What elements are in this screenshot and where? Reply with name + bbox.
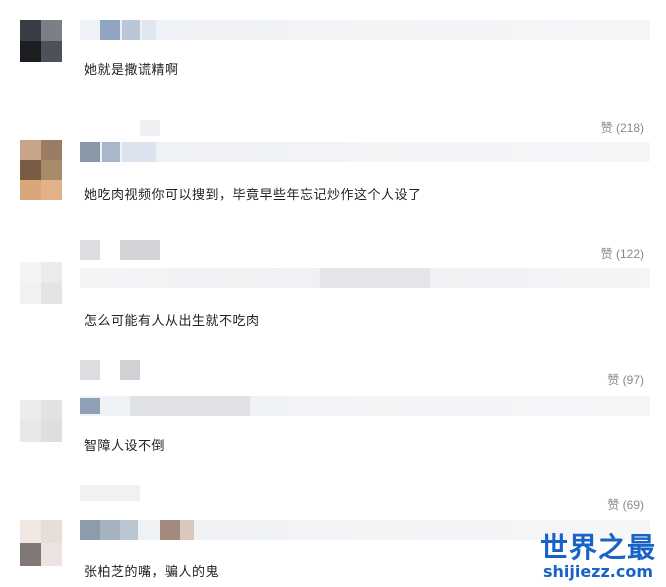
comment-text: 张柏芝的嘴，骗人的鬼 xyxy=(84,564,220,579)
username-blurred-block xyxy=(80,398,100,414)
username-blurred-block xyxy=(120,240,160,260)
username-blurred-block xyxy=(130,396,250,416)
username-blurred-block xyxy=(100,520,120,540)
username-blurred-block xyxy=(120,360,140,380)
like-count[interactable]: 赞 (97) xyxy=(607,371,644,388)
username-blurred-block xyxy=(100,20,120,40)
comment-text: 她就是撒谎精啊 xyxy=(84,62,179,77)
watermark-title: 世界之最 xyxy=(539,531,656,564)
like-count[interactable]: 赞 (218) xyxy=(601,119,644,136)
username-blurred-block xyxy=(80,142,100,162)
avatar[interactable] xyxy=(20,520,62,566)
username-blurred-block xyxy=(80,485,140,501)
username-blurred-block xyxy=(80,240,100,260)
username-blurred-block xyxy=(80,520,100,540)
site-watermark: 世界之最 shijiezz.com xyxy=(540,533,656,581)
watermark-url: shijiezz.com xyxy=(542,562,654,581)
username-blurred-block xyxy=(122,20,140,40)
avatar[interactable] xyxy=(20,20,62,62)
username-blurred-block xyxy=(140,120,160,136)
like-count[interactable]: 赞 (122) xyxy=(601,245,644,262)
comment-text: 她吃肉视频你可以搜到，毕竟早些年忘记炒作这个人设了 xyxy=(84,187,422,202)
avatar[interactable] xyxy=(20,140,62,200)
username-blurred-block xyxy=(120,520,138,540)
username-blurred xyxy=(80,142,650,162)
comment-text: 智障人设不倒 xyxy=(84,438,166,453)
avatar[interactable] xyxy=(20,400,62,442)
like-count[interactable]: 赞 (69) xyxy=(607,496,644,513)
username-blurred-block xyxy=(102,142,120,162)
username-blurred xyxy=(80,20,650,40)
username-blurred-block xyxy=(122,142,156,162)
avatar[interactable] xyxy=(20,262,62,304)
username-blurred-block xyxy=(320,268,430,288)
comment-text: 怎么可能有人从出生就不吃肉 xyxy=(84,313,260,328)
username-blurred-block xyxy=(142,20,156,40)
username-blurred-block xyxy=(180,520,194,540)
username-blurred-block xyxy=(160,520,180,540)
username-blurred-block xyxy=(80,360,100,380)
